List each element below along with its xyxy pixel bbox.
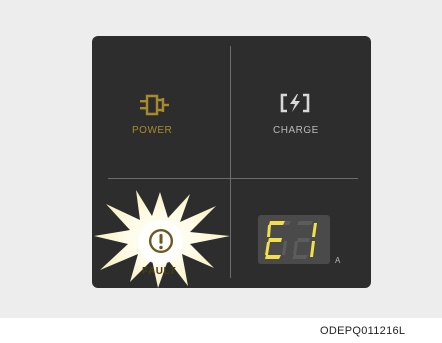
seven-segment-display [258, 215, 330, 264]
charger-status-panel: POWER CHARGE FAULT A [92, 36, 371, 288]
fault-label: FAULT [142, 266, 176, 277]
fault-indicator: FAULT [92, 188, 232, 288]
figure-code: ODEPQ011216L [320, 325, 406, 337]
plug-icon [140, 94, 169, 116]
illustration-background: POWER CHARGE FAULT A [0, 0, 442, 318]
exclamation-circle-icon [148, 228, 174, 254]
display-unit: A [335, 256, 341, 265]
power-label: POWER [132, 125, 173, 136]
panel-divider-horizontal [108, 178, 358, 179]
charge-label: CHARGE [273, 125, 319, 136]
battery-charge-icon [280, 93, 310, 113]
